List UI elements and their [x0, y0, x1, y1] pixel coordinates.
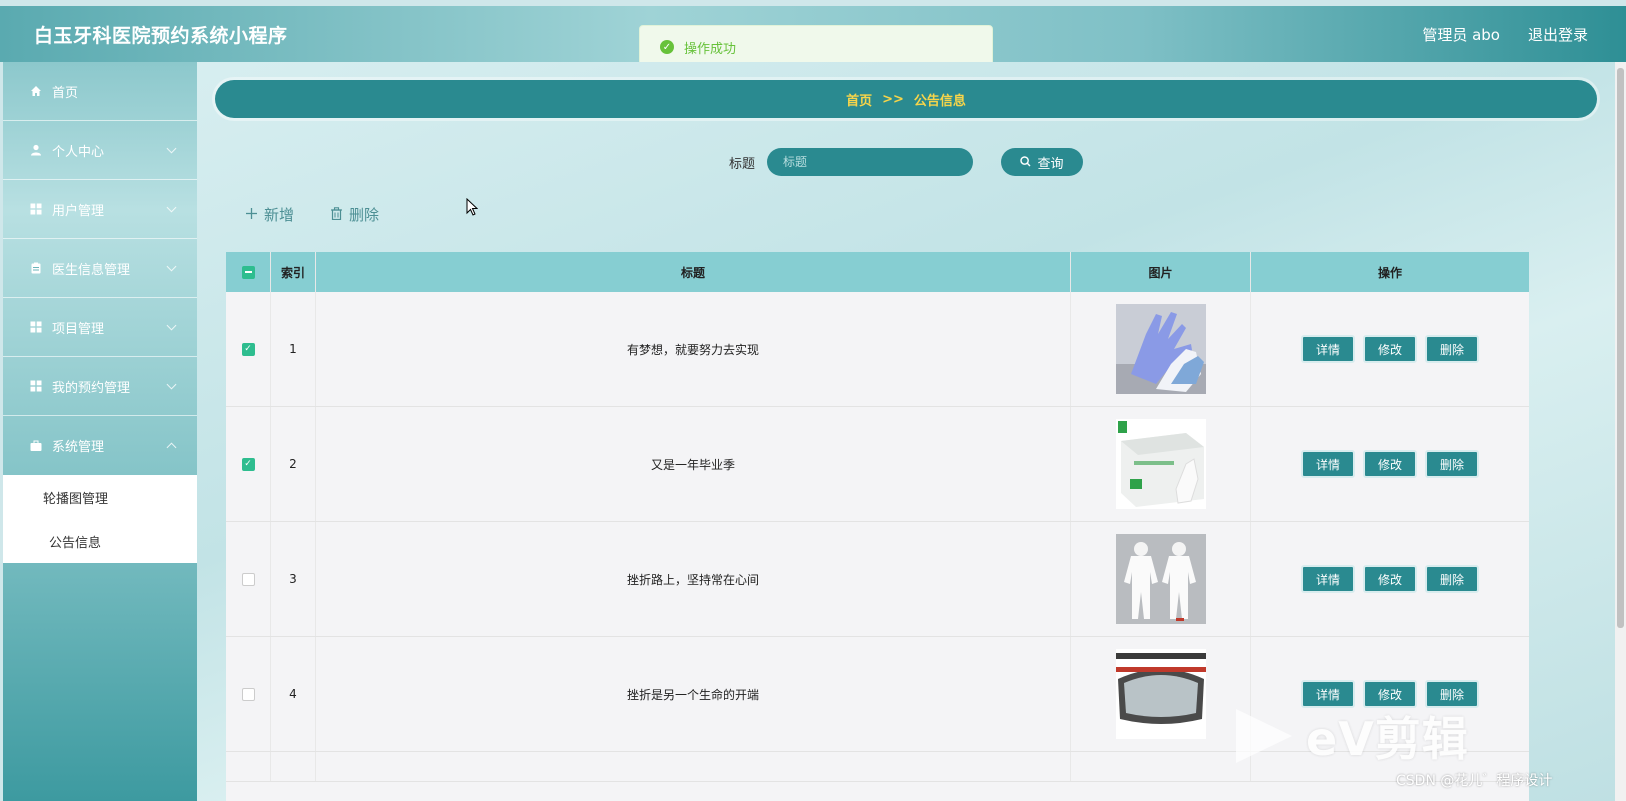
- app-title: 白玉牙科医院预约系统小程序: [34, 24, 288, 47]
- plus-icon: [245, 206, 258, 224]
- add-button[interactable]: 新增: [245, 204, 294, 225]
- trash-icon: [330, 206, 343, 224]
- row-index: 3: [271, 522, 316, 636]
- breadcrumb-current: 公告信息: [913, 93, 966, 109]
- gloves-image: [1115, 304, 1206, 394]
- search-button-label: 查询: [1037, 155, 1064, 171]
- toolbar: 新增 删除: [245, 204, 379, 225]
- row-index: 4: [271, 637, 316, 751]
- select-all-checkbox[interactable]: [241, 265, 255, 279]
- row-title: 挫折路上，坚持常在心间: [316, 522, 1071, 636]
- submenu-item-announcements[interactable]: 公告信息: [3, 519, 197, 563]
- add-button-label: 新增: [264, 206, 295, 224]
- detail-button[interactable]: 详情: [1300, 450, 1355, 478]
- breadcrumb: 首页 >> 公告信息: [215, 80, 1597, 118]
- sidebar-item-label: 首页: [52, 85, 79, 101]
- user-icon: [30, 144, 42, 156]
- table-row: ✓ 2 又是一年毕业季 详情 修改 删除: [226, 407, 1529, 522]
- clipboard-icon: [30, 262, 42, 274]
- detail-button[interactable]: 详情: [1300, 335, 1355, 363]
- sidebar-item-label: 我的预约管理: [52, 380, 131, 396]
- table-header: 索引 标题 图片 操作: [226, 252, 1529, 292]
- search-button[interactable]: 查询: [1001, 148, 1083, 176]
- scrollbar-thumb[interactable]: [1617, 68, 1624, 628]
- th-title: 标题: [316, 252, 1071, 292]
- sidebar-item-label: 个人中心: [52, 144, 105, 160]
- row-title: 又是一年毕业季: [316, 407, 1071, 521]
- toast-message: 操作成功: [684, 41, 737, 57]
- play-logo-icon: [1236, 709, 1292, 763]
- main-content: 首页 >> 公告信息 标题 查询 新增 删除 索引: [197, 62, 1615, 801]
- sidebar-item-label: 用户管理: [52, 203, 105, 219]
- sidebar-item-user-management[interactable]: 用户管理: [3, 180, 197, 239]
- video-watermark: eV剪辑: [1232, 703, 1469, 769]
- header-user-area: 管理员 abo 退出登录: [1422, 24, 1588, 45]
- mouse-cursor-icon: [466, 198, 478, 216]
- check-circle-icon: ✓: [660, 40, 674, 54]
- select-all-cell: [226, 252, 271, 292]
- chevron-down-icon: [166, 379, 177, 390]
- delete-button[interactable]: 删除: [1425, 335, 1480, 363]
- grid-icon: [30, 321, 42, 333]
- batch-delete-label: 删除: [349, 206, 380, 224]
- grid-icon: [30, 380, 42, 392]
- sidebar-item-label: 系统管理: [52, 440, 105, 455]
- chevron-down-icon: [166, 320, 177, 331]
- credit-text: CSDN @花儿゛程序设计: [1396, 773, 1553, 789]
- th-index: 索引: [271, 252, 316, 292]
- table-row: 3 挫折路上，坚持常在心间 详情 修改 删除: [226, 522, 1529, 637]
- breadcrumb-separator: >>: [882, 91, 904, 107]
- chevron-down-icon: [166, 143, 177, 154]
- th-ops: 操作: [1377, 265, 1402, 280]
- sidebar-item-label: 项目管理: [52, 321, 105, 337]
- row-index: 2: [271, 407, 316, 521]
- edit-button[interactable]: 修改: [1362, 450, 1417, 478]
- row-index: 1: [271, 292, 316, 406]
- glove-box-image: [1115, 419, 1206, 509]
- sidebar-item-project-management[interactable]: 项目管理: [3, 298, 197, 357]
- goggles-image: [1115, 649, 1206, 739]
- search-input[interactable]: [767, 148, 973, 176]
- sidebar-item-my-appointments[interactable]: 我的预约管理: [3, 357, 197, 416]
- search-bar: 标题 查询: [197, 148, 1615, 176]
- delete-button[interactable]: 删除: [1425, 565, 1480, 593]
- edit-button[interactable]: 修改: [1362, 335, 1417, 363]
- row-checkbox[interactable]: [241, 572, 255, 586]
- edit-button[interactable]: 修改: [1362, 565, 1417, 593]
- page-scrollbar[interactable]: [1615, 62, 1626, 801]
- batch-delete-button[interactable]: 删除: [330, 204, 379, 225]
- row-checkbox[interactable]: ✓: [241, 342, 255, 356]
- breadcrumb-home[interactable]: 首页: [846, 90, 872, 109]
- delete-button[interactable]: 删除: [1425, 450, 1480, 478]
- logout-button[interactable]: 退出登录: [1528, 24, 1588, 45]
- search-label: 标题: [728, 156, 755, 172]
- sidebar: 首页 个人中心 用户管理 医生信息管理 项目管理 我的预约管理 系统管理 轮播图…: [3, 62, 197, 801]
- submenu-item-carousel[interactable]: 轮播图管理: [3, 475, 197, 519]
- watermark-brand: eV剪辑: [1306, 712, 1469, 766]
- chevron-down-icon: [166, 261, 177, 272]
- row-checkbox[interactable]: [241, 687, 255, 701]
- row-title: 挫折是另一个生命的开端: [316, 637, 1071, 751]
- system-submenu: 轮播图管理 公告信息: [3, 475, 197, 563]
- sidebar-item-doctor-management[interactable]: 医生信息管理: [3, 239, 197, 298]
- sidebar-item-home[interactable]: 首页: [3, 62, 197, 121]
- home-icon: [30, 85, 42, 97]
- row-title: 有梦想，就要努力去实现: [316, 292, 1071, 406]
- search-icon: [1020, 155, 1031, 170]
- briefcase-icon: [30, 440, 42, 452]
- protective-suit-image: [1115, 534, 1206, 624]
- detail-button[interactable]: 详情: [1300, 565, 1355, 593]
- sidebar-item-personal-center[interactable]: 个人中心: [3, 121, 197, 180]
- sidebar-item-system-management[interactable]: 系统管理: [3, 416, 197, 475]
- chevron-down-icon: [166, 202, 177, 213]
- table-row: ✓ 1 有梦想，就要努力去实现 详情 修改 删除: [226, 292, 1529, 407]
- chevron-up-icon: [166, 442, 177, 453]
- grid-icon: [30, 203, 42, 215]
- admin-label[interactable]: 管理员 abo: [1422, 24, 1500, 45]
- row-checkbox[interactable]: ✓: [241, 457, 255, 471]
- th-image: 图片: [1071, 252, 1251, 292]
- sidebar-item-label: 医生信息管理: [52, 262, 131, 278]
